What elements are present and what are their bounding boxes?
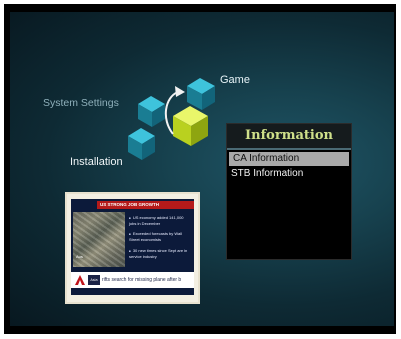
tv-preview-content: US STRONG JOB GROWTH Aus US economy adde… bbox=[71, 199, 194, 295]
ticker-text: rifts search for missing plane after b bbox=[102, 277, 182, 283]
news-bullet: US economy added 141,000 jobs in Decembe… bbox=[129, 215, 189, 226]
cube-installation-icon[interactable] bbox=[128, 128, 155, 160]
cube-menu-icon[interactable] bbox=[115, 64, 235, 169]
menu-item-system-settings[interactable]: System Settings bbox=[43, 97, 119, 109]
tv-preview-window: US STRONG JOB GROWTH Aus US economy adde… bbox=[65, 192, 200, 304]
tv-screen: System Settings Game Installation Inform… bbox=[4, 4, 396, 334]
photo-caption: Aus bbox=[76, 254, 83, 259]
news-ticker: Asia rifts search for missing plane afte… bbox=[71, 272, 194, 288]
ticker-region-badge: Asia bbox=[88, 275, 100, 285]
news-channel-logo-icon bbox=[74, 274, 86, 286]
cube-information-selected-icon[interactable] bbox=[173, 106, 208, 146]
news-bullet: Exceeded forecasts by Wall Street econom… bbox=[129, 231, 189, 242]
rotate-arrow-head-icon bbox=[175, 86, 185, 97]
information-panel: Information CA Information STB Informati… bbox=[226, 123, 352, 260]
info-item-stb-information[interactable]: STB Information bbox=[227, 167, 351, 181]
cube-system-settings-icon[interactable] bbox=[138, 96, 165, 127]
info-item-ca-information[interactable]: CA Information bbox=[229, 152, 349, 166]
news-headline: US STRONG JOB GROWTH bbox=[97, 201, 194, 209]
information-panel-title: Information bbox=[227, 124, 351, 150]
cube-game-icon[interactable] bbox=[187, 78, 215, 110]
news-photo: Aus bbox=[73, 212, 125, 267]
news-bullet: 30 new times since Sept are in service i… bbox=[129, 248, 189, 259]
stb-menu-screen: System Settings Game Installation Inform… bbox=[10, 12, 394, 326]
